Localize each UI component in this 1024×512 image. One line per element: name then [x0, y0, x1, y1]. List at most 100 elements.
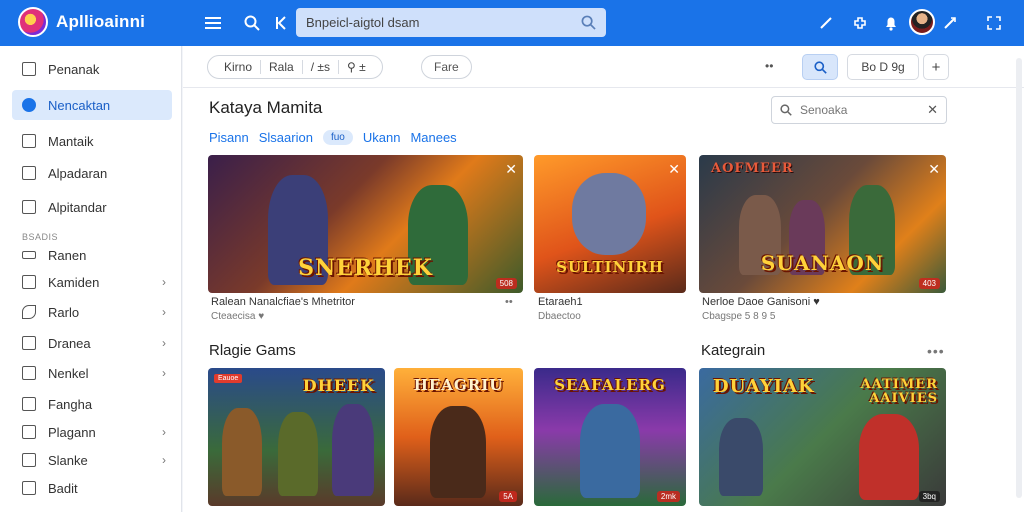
- sidebar-subitem[interactable]: Nenkel ›: [12, 358, 172, 388]
- featured-card[interactable]: AOFMEER SUANAON ✕ 403: [699, 155, 946, 293]
- rating-badge: 508: [495, 278, 517, 289]
- category-chips: Pisann Slsaarion fuo Ukann Manees: [209, 130, 467, 145]
- add-button[interactable]: +: [923, 54, 949, 80]
- close-icon[interactable]: ✕: [928, 161, 940, 178]
- search-view-button[interactable]: [802, 54, 838, 80]
- featured-card[interactable]: SULTINIRH ✕: [534, 155, 686, 293]
- game-card[interactable]: DUAYIAK AATIMER AAIVIES 3bq: [699, 368, 946, 506]
- home-icon: [22, 62, 36, 76]
- checkbox-icon: [22, 425, 36, 439]
- sidebar-item-label: Mantaik: [48, 133, 94, 149]
- pencil-icon: [22, 305, 36, 319]
- search-submit-icon[interactable]: [581, 15, 596, 30]
- game-card[interactable]: Eauoe DHEEK: [208, 368, 385, 506]
- sidebar-subitem[interactable]: Dranea ›: [12, 328, 172, 358]
- toolbar-option[interactable]: / ±s: [303, 60, 339, 74]
- chevron-right-icon[interactable]: ›: [162, 453, 166, 467]
- chevron-right-icon[interactable]: ›: [162, 336, 166, 350]
- section-title: Rlagie Gams: [209, 342, 296, 359]
- menu-icon[interactable]: [201, 11, 225, 35]
- top-search-bar[interactable]: [296, 8, 606, 37]
- puzzle-icon[interactable]: [848, 11, 872, 35]
- game-art-title: DUAYIAK: [713, 376, 815, 397]
- list-icon: [22, 251, 36, 259]
- close-icon[interactable]: ✕: [927, 102, 938, 118]
- chip-link[interactable]: Pisann: [209, 130, 249, 145]
- sidebar-subitem[interactable]: Rarlo ›: [12, 297, 172, 327]
- sidebar-item-nencaktan[interactable]: Nencaktan: [12, 90, 172, 120]
- sidebar-subitem[interactable]: Badit: [12, 473, 172, 503]
- sidebar-subitem[interactable]: Kamiden ›: [12, 267, 172, 297]
- game-card[interactable]: SEAFALERG 2mk: [534, 368, 686, 506]
- document-icon: [22, 366, 36, 380]
- square-icon: [22, 166, 36, 180]
- sidebar-subitem[interactable]: Ranen: [12, 240, 172, 270]
- search-icon: [780, 104, 792, 116]
- character-figure: [719, 418, 763, 496]
- fare-pill[interactable]: Fare: [421, 55, 472, 79]
- rating-badge: 2mk: [656, 491, 680, 502]
- chevron-right-icon[interactable]: ›: [162, 366, 166, 380]
- chevron-right-icon[interactable]: ›: [162, 425, 166, 439]
- search-icon[interactable]: [240, 11, 264, 35]
- bell-icon[interactable]: [879, 11, 903, 35]
- sidebar-item-alpitandar[interactable]: Alpitandar: [12, 192, 172, 222]
- toolbar-option[interactable]: Rala: [261, 60, 303, 74]
- back-icon[interactable]: [270, 11, 294, 35]
- chip-selected[interactable]: fuo: [322, 130, 353, 145]
- search-icon: [813, 60, 827, 74]
- card-title[interactable]: Nerloe Daoe Ganisoni ♥: [702, 296, 820, 308]
- more-dots-icon[interactable]: ••: [765, 59, 773, 73]
- pen-icon[interactable]: [814, 11, 838, 35]
- sidebar-item-label: Slanke: [48, 452, 88, 468]
- sidebar-item-penanak[interactable]: Penanak: [12, 54, 172, 84]
- more-dots-icon[interactable]: •••: [927, 343, 945, 359]
- chevron-right-icon[interactable]: ›: [162, 275, 166, 289]
- character-figure: [278, 412, 318, 496]
- sidebar-item-alpadaran[interactable]: Alpadaran: [12, 158, 172, 188]
- filter-search[interactable]: ✕: [771, 96, 947, 124]
- chip-link[interactable]: Ukann: [363, 130, 401, 145]
- new-tag: Eauoe: [214, 374, 243, 383]
- edit-icon[interactable]: [938, 11, 962, 35]
- toolbar: Kirno Rala / ±s ⚲ ± Fare •• Bo D 9g +: [183, 46, 1024, 88]
- chip-link[interactable]: Slsaarion: [259, 130, 313, 145]
- character-figure: [580, 404, 640, 498]
- sidebar-subitem[interactable]: Plagann ›: [12, 417, 172, 447]
- sidebar-item-label: Penanak: [48, 61, 100, 77]
- chip-link[interactable]: Manees: [410, 130, 456, 145]
- card-title[interactable]: Etaraeh1: [538, 296, 583, 308]
- avatar[interactable]: [909, 9, 935, 35]
- game-art-title: HEAGRIU: [413, 376, 504, 394]
- sidebar-subitem[interactable]: Slanke ›: [12, 445, 172, 475]
- main-panel: Kirno Rala / ±s ⚲ ± Fare •• Bo D 9g + Ka…: [183, 46, 1024, 512]
- toolbar-option[interactable]: ⚲ ±: [339, 60, 374, 74]
- close-icon[interactable]: ✕: [668, 161, 680, 178]
- game-art-subtitle: AOFMEER: [711, 161, 794, 176]
- page-title: Kataya Mamita: [209, 98, 323, 117]
- scrollbar[interactable]: [1016, 58, 1022, 498]
- game-art-title: SUANAON: [760, 251, 885, 275]
- filter-pill-group: Kirno Rala / ±s ⚲ ±: [207, 55, 383, 79]
- character-figure: [222, 408, 262, 496]
- check-icon: [22, 98, 36, 112]
- top-search-input[interactable]: [306, 15, 576, 30]
- chevron-right-icon[interactable]: ›: [162, 305, 166, 319]
- expand-icon[interactable]: [982, 11, 1006, 35]
- toolbar-option[interactable]: Kirno: [216, 60, 262, 74]
- sidebar-item-label: Fangha: [48, 396, 93, 412]
- app-logo-icon[interactable]: [18, 7, 48, 37]
- card-title[interactable]: Ralean Nanalcfiae's Mhetritor: [211, 296, 355, 308]
- game-art-title: DHEEK: [302, 376, 375, 395]
- sidebar-item-label: Plagann: [48, 424, 96, 440]
- game-card[interactable]: HEAGRIU 5A: [394, 368, 523, 506]
- sidebar-item-label: Ranen: [48, 247, 87, 263]
- close-icon[interactable]: ✕: [505, 161, 517, 178]
- featured-card[interactable]: SNERHEK ✕ 508: [208, 155, 523, 293]
- sidebar-item-mantaik[interactable]: Mantaik: [12, 126, 172, 156]
- filter-search-input[interactable]: [800, 103, 918, 117]
- character-figure: [859, 414, 919, 500]
- more-dots-icon[interactable]: ••: [505, 296, 513, 308]
- sidebar-subitem[interactable]: Fangha: [12, 389, 172, 419]
- view-options-button[interactable]: Bo D 9g: [847, 54, 919, 80]
